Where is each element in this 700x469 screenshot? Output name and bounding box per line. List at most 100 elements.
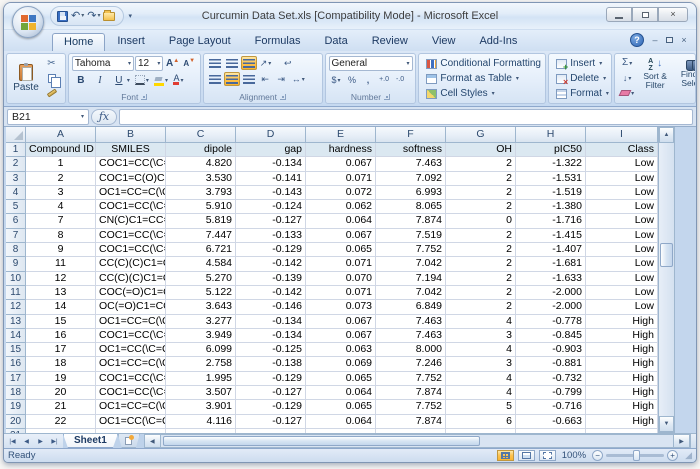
cell-F5[interactable]: 8.065 [376,200,446,215]
format-button[interactable]: Format ▾ [552,86,609,101]
scroll-down-button[interactable]: ▼ [659,416,674,432]
cell-G12[interactable]: 2 [446,300,516,315]
row-header-15[interactable]: 15 [6,343,26,358]
cell-F15[interactable]: 8.000 [376,343,446,358]
row-header-10[interactable]: 10 [6,271,26,286]
horizontal-scroll-thumb[interactable] [162,436,481,446]
cell-D9[interactable]: -0.142 [236,257,306,272]
row-header-3[interactable]: 3 [6,171,26,186]
find-select-button[interactable]: Find & Select [676,58,695,100]
row-header-1[interactable]: 1 [6,143,26,158]
cell-E4[interactable]: 0.072 [306,185,376,201]
cell-B17[interactable]: COC1=CC(\C=C [96,371,166,387]
cell-G9[interactable]: 2 [446,257,516,272]
formula-input[interactable] [119,108,693,125]
cell-E15[interactable]: 0.063 [306,343,376,358]
row-header-6[interactable]: 6 [6,214,26,229]
format-as-table-button[interactable]: Format as Table ▾ [422,71,542,86]
cell-B2[interactable]: COC1=CC(\C=C [96,157,166,172]
decrease-indent-button[interactable]: ⇤ [258,72,273,86]
row-header-12[interactable]: 12 [6,300,26,315]
cell-A8[interactable]: 9 [26,243,96,258]
cell-B1[interactable]: SMILES [96,143,166,158]
vertical-scroll-track[interactable] [659,143,674,416]
comma-style-button[interactable]: , [361,73,376,87]
zoom-out-button[interactable]: − [592,450,604,461]
column-header-G[interactable]: G [446,127,516,143]
cell-A3[interactable]: 2 [26,171,96,186]
cell-G11[interactable]: 2 [446,285,516,301]
cell-G20[interactable]: 6 [446,414,516,429]
font-dialog-launcher[interactable] [141,94,148,100]
merge-center-button[interactable]: ↔ ▾ [290,72,307,86]
cell-F1[interactable]: softness [376,143,446,158]
cell-C20[interactable]: 4.116 [166,414,236,429]
tab-view[interactable]: View [420,32,468,51]
cell-H20[interactable]: -0.663 [516,414,586,429]
number-format-combo[interactable]: General ▾ [328,56,413,71]
cell-C6[interactable]: 5.819 [166,214,236,229]
scroll-left-button[interactable]: ◀ [144,435,161,447]
cell-D14[interactable]: -0.134 [236,328,306,344]
cell-I20[interactable]: High [586,414,658,429]
increase-indent-button[interactable]: ⇥ [274,72,289,86]
insert-function-button[interactable]: ƒx [91,108,117,125]
cell-E3[interactable]: 0.071 [306,171,376,186]
cell-E13[interactable]: 0.067 [306,314,376,329]
row-header-18[interactable]: 18 [6,386,26,401]
cell-D12[interactable]: -0.146 [236,300,306,315]
cell-A15[interactable]: 17 [26,343,96,358]
cell-G14[interactable]: 3 [446,328,516,344]
cell-G19[interactable]: 5 [446,400,516,415]
column-header-D[interactable]: D [236,127,306,143]
cell-E16[interactable]: 0.069 [306,357,376,372]
cell-G5[interactable]: 2 [446,200,516,215]
cell-D15[interactable]: -0.125 [236,343,306,358]
cell-E1[interactable]: hardness [306,143,376,158]
align-right-button[interactable] [241,72,257,86]
prev-sheet-button[interactable]: ◀ [20,436,33,447]
top-align-button[interactable] [207,56,223,70]
workbook-minimize-button[interactable]: – [649,34,661,46]
wrap-text-button[interactable]: ↩ [280,56,295,70]
column-header-E[interactable]: E [306,127,376,143]
cell-E9[interactable]: 0.071 [306,257,376,272]
cell-A11[interactable]: 13 [26,285,96,301]
horizontal-scrollbar[interactable]: ◀ ▶ [143,434,690,448]
cell-F2[interactable]: 7.463 [376,157,446,172]
cell-E20[interactable]: 0.064 [306,414,376,429]
cell-G7[interactable]: 2 [446,228,516,244]
cell-A10[interactable]: 12 [26,271,96,286]
font-name-combo[interactable]: Tahoma ▾ [71,56,134,71]
next-sheet-button[interactable]: ▶ [34,436,47,447]
cell-A9[interactable]: 11 [26,257,96,272]
cell-I6[interactable]: Low [586,214,658,229]
cell-I2[interactable]: Low [586,157,658,172]
cell-D3[interactable]: -0.141 [236,171,306,186]
resize-grip[interactable]: ◢ [685,450,692,461]
cell-G16[interactable]: 3 [446,357,516,372]
cell-A5[interactable]: 4 [26,200,96,215]
accounting-format-button[interactable]: $ ▾ [329,73,344,87]
cell-A18[interactable]: 20 [26,386,96,401]
cell-C13[interactable]: 3.277 [166,314,236,329]
tab-data[interactable]: Data [312,32,359,51]
cell-B19[interactable]: OC1=CC=C(\C= [96,400,166,415]
column-header-H[interactable]: H [516,127,586,143]
cell-styles-button[interactable]: Cell Styles ▾ [422,86,542,101]
cell-B15[interactable]: OC1=CC(\C=C\ [96,343,166,358]
column-header-I[interactable]: I [586,127,658,143]
cell-F10[interactable]: 7.194 [376,271,446,286]
cell-G4[interactable]: 2 [446,185,516,201]
cell-B18[interactable]: COC1=CC(\C=C [96,386,166,401]
minimize-button[interactable] [606,7,632,22]
cell-F11[interactable]: 7.042 [376,285,446,301]
cell-C1[interactable]: dipole [166,143,236,158]
cell-A19[interactable]: 21 [26,400,96,415]
fill-button[interactable]: ↓ ▾ [618,71,636,85]
cell-H12[interactable]: -2.000 [516,300,586,315]
cell-C12[interactable]: 3.643 [166,300,236,315]
cell-G10[interactable]: 2 [446,271,516,286]
cell-C9[interactable]: 4.584 [166,257,236,272]
cell-F7[interactable]: 7.519 [376,228,446,244]
